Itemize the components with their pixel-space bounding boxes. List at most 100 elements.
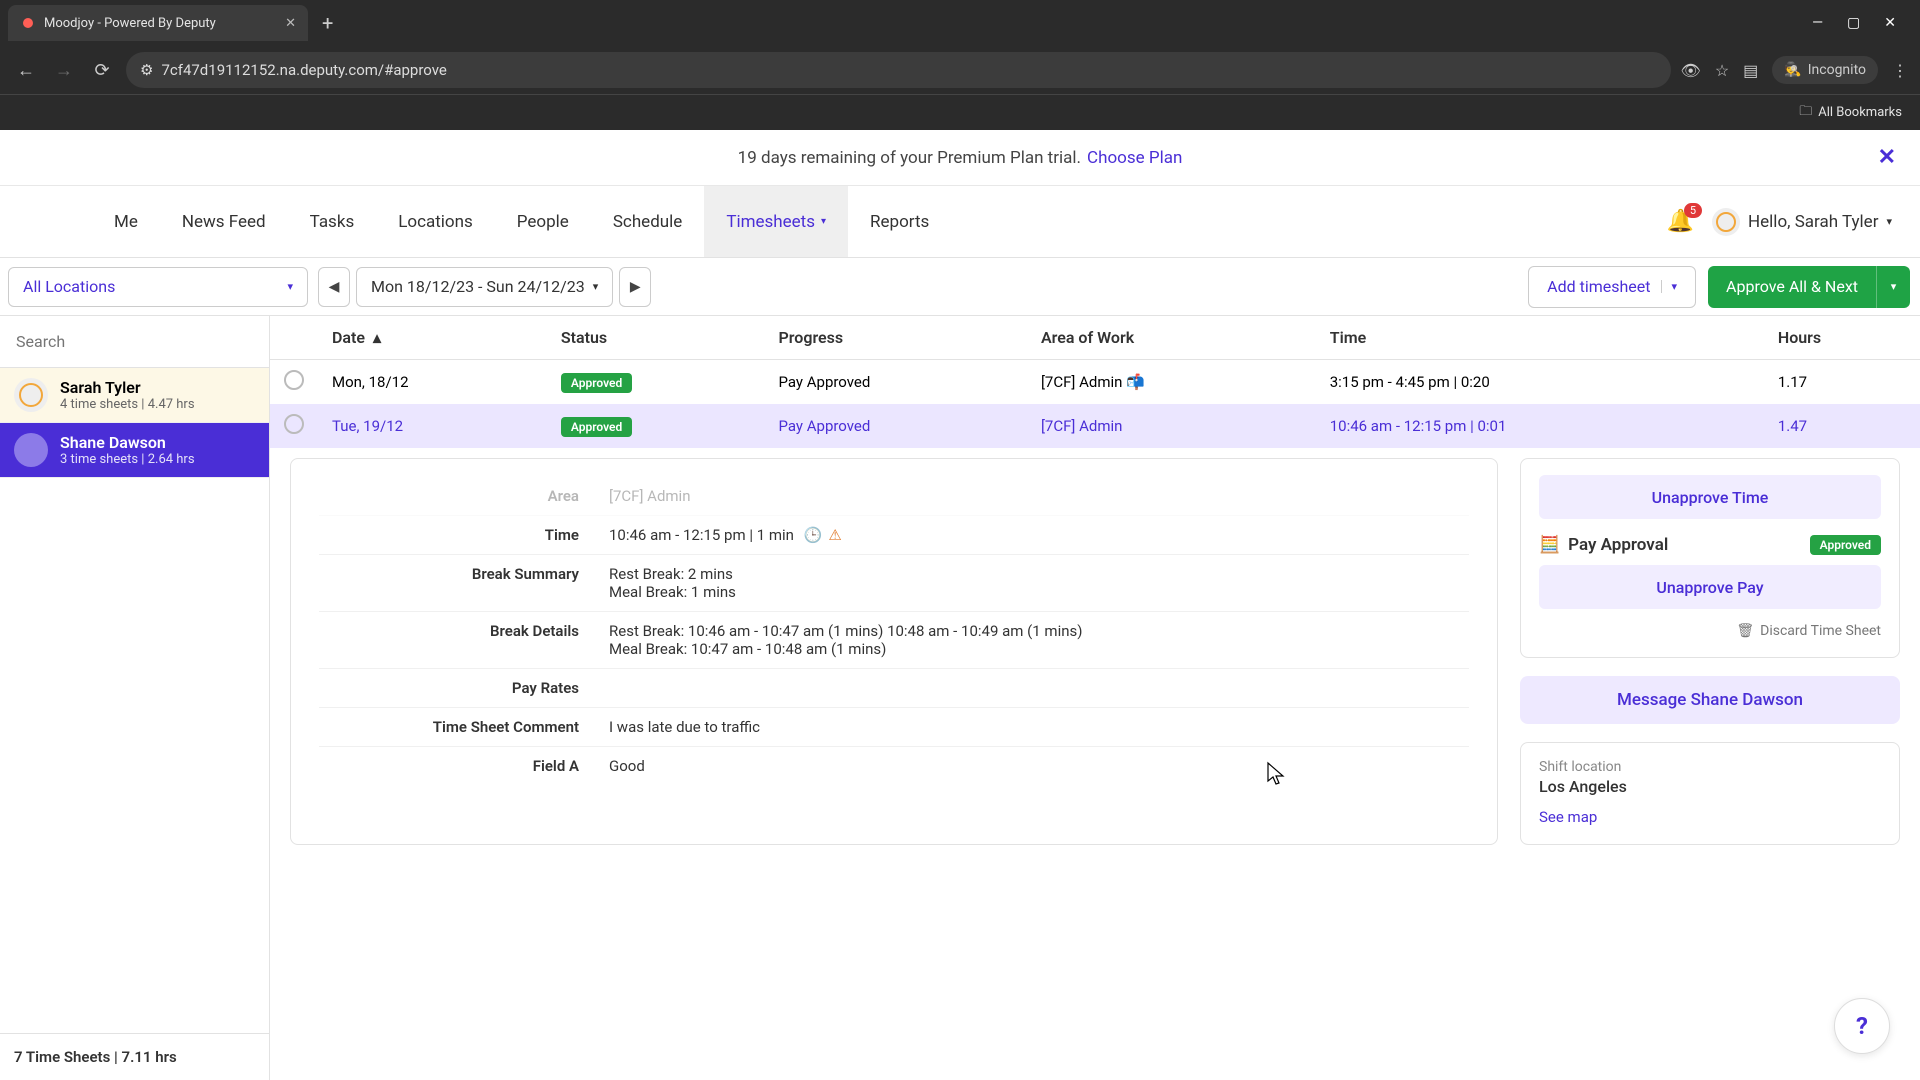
- incognito-indicator[interactable]: 🕵 Incognito: [1772, 56, 1878, 84]
- bookmark-star-icon[interactable]: ☆: [1715, 61, 1729, 80]
- cell-progress: Pay Approved: [764, 404, 1026, 448]
- col-date[interactable]: Date: [318, 316, 547, 360]
- date-range-picker[interactable]: Mon 18/12/23 - Sun 24/12/23 ▾: [356, 267, 613, 307]
- search-input[interactable]: [0, 316, 269, 368]
- url-text: 7cf47d19112152.na.deputy.com/#approve: [161, 61, 446, 79]
- help-fab[interactable]: ?: [1834, 998, 1890, 1054]
- col-area[interactable]: Area of Work: [1027, 316, 1316, 360]
- approve-all-button[interactable]: Approve All & Next: [1708, 266, 1876, 308]
- nav-timesheets[interactable]: Timesheets ▾: [704, 186, 848, 257]
- side-panel-icon[interactable]: ▤: [1743, 61, 1758, 80]
- all-bookmarks-button[interactable]: 🗀 All Bookmarks: [1799, 102, 1902, 124]
- approval-panel: Unapprove Time 🧮 Pay Approval Approved U…: [1520, 458, 1900, 658]
- tab-close-icon[interactable]: ✕: [285, 16, 296, 31]
- detail-label-time: Time: [319, 526, 579, 544]
- notifications-bell[interactable]: 🔔 5: [1667, 209, 1694, 234]
- detail-label-break-summary: Break Summary: [319, 565, 579, 583]
- forward-icon: →: [50, 56, 78, 84]
- status-badge: Approved: [561, 373, 632, 393]
- discard-timesheet-link[interactable]: 🗑 Discard Time Sheet: [1539, 623, 1881, 639]
- date-prev-button[interactable]: ◀: [318, 267, 350, 307]
- all-bookmarks-label: All Bookmarks: [1818, 105, 1902, 120]
- detail-label-break-details: Break Details: [319, 622, 579, 640]
- new-tab-button[interactable]: +: [314, 7, 341, 39]
- col-status[interactable]: Status: [547, 316, 765, 360]
- employee-subline: 3 time sheets | 2.64 hrs: [60, 452, 195, 467]
- nav-news-feed[interactable]: News Feed: [160, 186, 288, 257]
- overflow-menu-icon[interactable]: ⋮: [1892, 61, 1908, 80]
- cell-hours: 1.47: [1764, 404, 1920, 448]
- user-menu[interactable]: Hello, Sarah Tyler ▾: [1712, 208, 1892, 236]
- row-checkbox[interactable]: [284, 370, 304, 390]
- nav-reports[interactable]: Reports: [848, 186, 951, 257]
- pay-approval-label: 🧮 Pay Approval: [1539, 535, 1668, 555]
- close-window-icon[interactable]: ✕: [1884, 15, 1896, 31]
- employee-item[interactable]: Sarah Tyler 4 time sheets | 4.47 hrs: [0, 368, 269, 423]
- row-checkbox[interactable]: [284, 414, 304, 434]
- add-timesheet-button[interactable]: Add timesheet ▾: [1528, 266, 1696, 308]
- shift-location-label: Shift location: [1539, 759, 1881, 775]
- window-controls: — ▢ ✕: [1812, 15, 1912, 31]
- location-filter[interactable]: All Locations ▾: [8, 267, 308, 307]
- detail-label-area: Area: [319, 487, 579, 505]
- break-summary-line: Rest Break: 2 mins: [609, 565, 1469, 583]
- col-progress[interactable]: Progress: [764, 316, 1026, 360]
- detail-value-time: 10:46 am - 12:15 pm | 1 min 🕒 ⚠: [609, 526, 1469, 544]
- chevron-down-icon[interactable]: ▾: [1661, 280, 1678, 293]
- nav-people[interactable]: People: [495, 186, 591, 257]
- approve-all-caret[interactable]: ▾: [1876, 266, 1910, 308]
- detail-label-comment: Time Sheet Comment: [319, 718, 579, 736]
- main-pane: Date Status Progress Area of Work Time H…: [270, 316, 1920, 1080]
- content-area: Sarah Tyler 4 time sheets | 4.47 hrs Sha…: [0, 316, 1920, 1080]
- nav-tasks[interactable]: Tasks: [288, 186, 377, 257]
- detail-label-field-a: Field A: [319, 757, 579, 775]
- choose-plan-link[interactable]: Choose Plan: [1087, 148, 1182, 168]
- nav-schedule[interactable]: Schedule: [591, 186, 704, 257]
- main-nav: Me News Feed Tasks Locations People Sche…: [0, 186, 1920, 258]
- banner-close-icon[interactable]: ✕: [1878, 145, 1896, 170]
- detail-label-pay-rates: Pay Rates: [319, 679, 579, 697]
- status-badge: Approved: [561, 417, 632, 437]
- nav-me[interactable]: Me: [92, 186, 160, 257]
- table-row[interactable]: Tue, 19/12 Approved Pay Approved [7CF] A…: [270, 404, 1920, 448]
- pay-approval-text: Pay Approval: [1568, 535, 1668, 555]
- nav-locations[interactable]: Locations: [376, 186, 495, 257]
- calculator-icon: 🧮: [1539, 535, 1560, 555]
- see-map-link[interactable]: See map: [1539, 808, 1881, 826]
- favicon-icon: [20, 15, 36, 31]
- back-icon[interactable]: ←: [12, 56, 40, 84]
- bookmark-bar: 🗀 All Bookmarks: [0, 94, 1920, 130]
- shift-location-value: Los Angeles: [1539, 777, 1881, 796]
- table-row[interactable]: Mon, 18/12 Approved Pay Approved [7CF] A…: [270, 360, 1920, 405]
- reload-icon[interactable]: ⟳: [88, 56, 116, 84]
- col-time[interactable]: Time: [1316, 316, 1764, 360]
- col-hours[interactable]: Hours: [1764, 316, 1920, 360]
- warning-icon: ⚠: [828, 526, 841, 544]
- clock-icon: 🕒: [804, 526, 823, 544]
- employee-name: Shane Dawson: [60, 433, 195, 452]
- url-bar[interactable]: ⚙ 7cf47d19112152.na.deputy.com/#approve: [126, 52, 1671, 88]
- unapprove-pay-button[interactable]: Unapprove Pay: [1539, 565, 1881, 609]
- employee-sidebar: Sarah Tyler 4 time sheets | 4.47 hrs Sha…: [0, 316, 270, 1080]
- nav-timesheets-label: Timesheets: [726, 212, 815, 232]
- site-settings-icon[interactable]: ⚙: [140, 61, 153, 79]
- cell-area: [7CF] Admin 📬: [1027, 360, 1316, 405]
- logo-icon[interactable]: [28, 200, 72, 244]
- visibility-off-icon[interactable]: 👁: [1681, 61, 1701, 80]
- employee-item[interactable]: Shane Dawson 3 time sheets | 2.64 hrs: [0, 423, 269, 478]
- timesheet-table: Date Status Progress Area of Work Time H…: [270, 316, 1920, 448]
- select-all-column[interactable]: [270, 316, 318, 360]
- cell-hours: 1.17: [1764, 360, 1920, 405]
- sidebar-summary: 7 Time Sheets | 7.11 hrs: [0, 1033, 269, 1080]
- date-next-button[interactable]: ▶: [619, 267, 651, 307]
- avatar-icon: [14, 433, 48, 467]
- unapprove-time-button[interactable]: Unapprove Time: [1539, 475, 1881, 519]
- cell-date: Mon, 18/12: [318, 360, 547, 405]
- cell-area: [7CF] Admin: [1027, 404, 1316, 448]
- message-employee-button[interactable]: Message Shane Dawson: [1520, 676, 1900, 724]
- browser-tab[interactable]: Moodjoy - Powered By Deputy ✕: [8, 5, 308, 41]
- nav-tabs: Me News Feed Tasks Locations People Sche…: [92, 186, 951, 257]
- maximize-icon[interactable]: ▢: [1847, 15, 1860, 31]
- detail-value-break-details: Rest Break: 10:46 am - 10:47 am (1 mins)…: [609, 622, 1469, 658]
- minimize-icon[interactable]: —: [1812, 15, 1823, 31]
